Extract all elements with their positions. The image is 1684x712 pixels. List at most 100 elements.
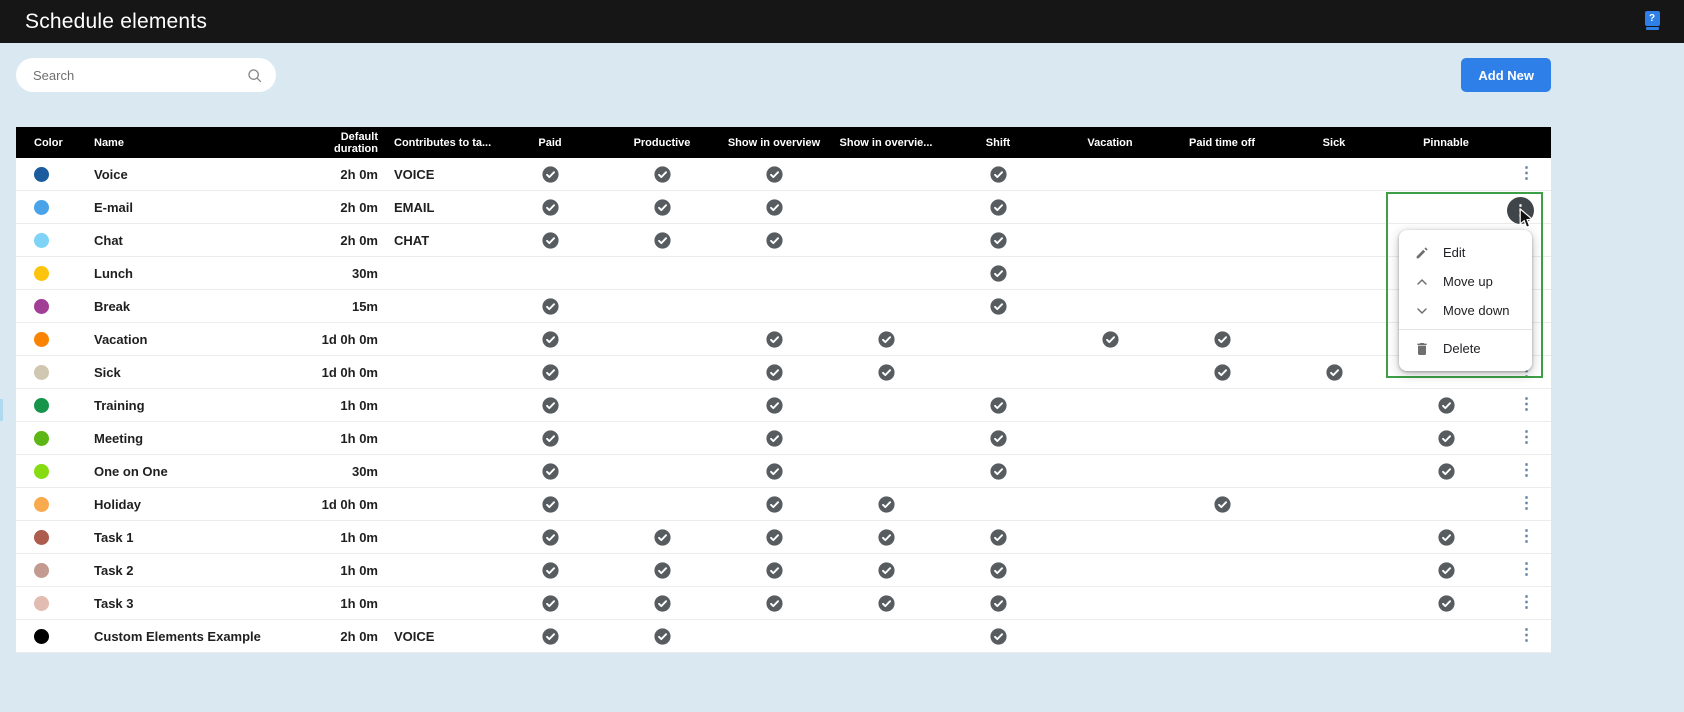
checked-icon bbox=[766, 166, 783, 183]
color-cell bbox=[16, 464, 94, 479]
color-dot bbox=[34, 497, 49, 512]
checked-icon bbox=[542, 298, 559, 315]
check-cell-show_in_overview bbox=[718, 166, 830, 183]
color-cell bbox=[16, 332, 94, 347]
element-name: Vacation bbox=[94, 332, 294, 347]
default-duration: 1h 0m bbox=[294, 596, 378, 611]
color-cell bbox=[16, 431, 94, 446]
checked-icon bbox=[654, 199, 671, 216]
checked-icon bbox=[766, 331, 783, 348]
checked-icon bbox=[542, 364, 559, 381]
color-cell bbox=[16, 563, 94, 578]
row-actions-button-active[interactable]: ⋮ bbox=[1507, 197, 1534, 224]
checked-icon bbox=[766, 463, 783, 480]
checked-icon bbox=[990, 397, 1007, 414]
checked-icon bbox=[766, 529, 783, 546]
column-header-vacation: Vacation bbox=[1054, 137, 1166, 149]
menu-item-label: Move down bbox=[1443, 303, 1509, 318]
default-duration: 2h 0m bbox=[294, 167, 378, 182]
row-actions-button[interactable]: ⋮ bbox=[1512, 163, 1542, 185]
check-cell-productive bbox=[606, 232, 718, 249]
menu-item-delete[interactable]: Delete bbox=[1399, 334, 1532, 363]
add-new-button[interactable]: Add New bbox=[1461, 58, 1551, 92]
help-button[interactable]: ? bbox=[1642, 11, 1662, 30]
color-dot bbox=[34, 431, 49, 446]
row-actions-button[interactable]: ⋮ bbox=[1512, 394, 1542, 416]
check-cell-pinnable bbox=[1390, 397, 1502, 414]
checked-icon bbox=[878, 562, 895, 579]
actions-cell: ⋮ bbox=[1502, 526, 1551, 548]
column-header-color: Color bbox=[16, 137, 94, 149]
table-row: Chat2h 0mCHAT⋮ bbox=[16, 224, 1551, 257]
checked-icon bbox=[990, 166, 1007, 183]
check-cell-shift bbox=[942, 595, 1054, 612]
checked-icon bbox=[990, 199, 1007, 216]
row-actions-button[interactable]: ⋮ bbox=[1512, 625, 1542, 647]
checked-icon bbox=[990, 265, 1007, 282]
left-scroll-indicator[interactable] bbox=[0, 399, 3, 421]
check-cell-pinnable bbox=[1390, 595, 1502, 612]
check-cell-pinnable bbox=[1390, 562, 1502, 579]
checked-icon bbox=[878, 595, 895, 612]
color-dot bbox=[34, 530, 49, 545]
menu-item-move-down[interactable]: Move down bbox=[1399, 296, 1532, 325]
row-actions-button[interactable]: ⋮ bbox=[1512, 559, 1542, 581]
color-dot bbox=[34, 299, 49, 314]
default-duration: 1h 0m bbox=[294, 398, 378, 413]
menu-item-label: Delete bbox=[1443, 341, 1481, 356]
color-dot bbox=[34, 629, 49, 644]
element-name: Voice bbox=[94, 167, 294, 182]
checked-icon bbox=[990, 232, 1007, 249]
contributes-value: VOICE bbox=[378, 629, 494, 644]
check-cell-paid bbox=[494, 595, 606, 612]
checked-icon bbox=[542, 463, 559, 480]
checked-icon bbox=[766, 232, 783, 249]
check-cell-paid bbox=[494, 331, 606, 348]
search-input[interactable] bbox=[16, 68, 246, 83]
row-actions-button[interactable]: ⋮ bbox=[1512, 526, 1542, 548]
checked-icon bbox=[990, 628, 1007, 645]
check-cell-show_in_overview_2 bbox=[830, 595, 942, 612]
element-name: Lunch bbox=[94, 266, 294, 281]
checked-icon bbox=[990, 298, 1007, 315]
table-row: Task 21h 0m⋮ bbox=[16, 554, 1551, 587]
row-actions-button[interactable]: ⋮ bbox=[1512, 460, 1542, 482]
checked-icon bbox=[1438, 595, 1455, 612]
menu-divider bbox=[1399, 329, 1532, 330]
table-row: Break15m⋮ bbox=[16, 290, 1551, 323]
checked-icon bbox=[654, 595, 671, 612]
checked-icon bbox=[1438, 562, 1455, 579]
table-row: Task 31h 0m⋮ bbox=[16, 587, 1551, 620]
column-header-duration: Default duration bbox=[294, 131, 378, 155]
check-cell-paid bbox=[494, 430, 606, 447]
checked-icon bbox=[990, 595, 1007, 612]
menu-item-edit[interactable]: Edit bbox=[1399, 238, 1532, 267]
check-cell-shift bbox=[942, 298, 1054, 315]
color-dot bbox=[34, 233, 49, 248]
check-cell-pinnable bbox=[1390, 430, 1502, 447]
row-actions-button[interactable]: ⋮ bbox=[1512, 493, 1542, 515]
column-header-paid: Paid bbox=[494, 137, 606, 149]
check-cell-show_in_overview bbox=[718, 364, 830, 381]
element-name: Custom Elements Example bbox=[94, 629, 294, 644]
page: Schedule elements ? Add New ColorNameDef… bbox=[0, 0, 1684, 712]
checked-icon bbox=[542, 232, 559, 249]
checked-icon bbox=[654, 529, 671, 546]
contributes-value: EMAIL bbox=[378, 200, 494, 215]
default-duration: 1h 0m bbox=[294, 563, 378, 578]
checked-icon bbox=[1214, 331, 1231, 348]
checked-icon bbox=[990, 529, 1007, 546]
row-actions-button[interactable]: ⋮ bbox=[1512, 592, 1542, 614]
toolbar: Add New bbox=[0, 43, 1684, 127]
row-actions-button[interactable]: ⋮ bbox=[1512, 427, 1542, 449]
color-dot bbox=[34, 266, 49, 281]
menu-item-move-up[interactable]: Move up bbox=[1399, 267, 1532, 296]
color-cell bbox=[16, 497, 94, 512]
check-cell-shift bbox=[942, 463, 1054, 480]
element-name: E-mail bbox=[94, 200, 294, 215]
check-cell-paid bbox=[494, 364, 606, 381]
menu-item-label: Move up bbox=[1443, 274, 1493, 289]
color-cell bbox=[16, 299, 94, 314]
pencil-icon bbox=[1414, 245, 1430, 261]
checked-icon bbox=[542, 199, 559, 216]
